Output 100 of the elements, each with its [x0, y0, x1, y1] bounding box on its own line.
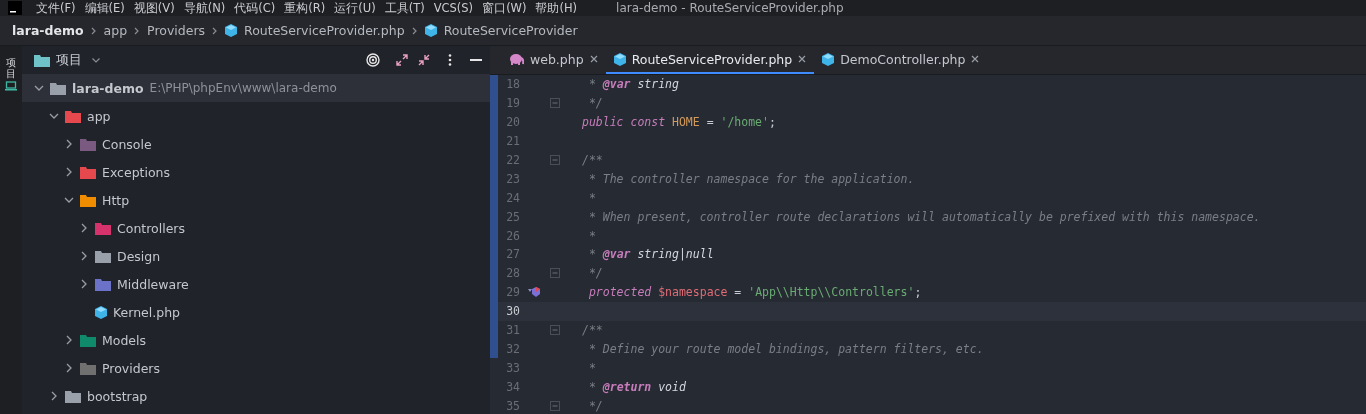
tree-item[interactable]: lara-demo E:\PHP\phpEnv\www\lara-demo — [22, 74, 490, 102]
change-marker[interactable] — [490, 339, 498, 359]
panel-title[interactable]: 项目 — [56, 51, 82, 69]
chevron-icon — [134, 26, 141, 35]
line-number: 30 — [505, 304, 520, 319]
code-line: protected $namespace = 'App\\Http\\Controllers'; — [587, 285, 922, 300]
laptop-icon[interactable] — [5, 81, 17, 91]
editor-tab[interactable]: DemoController.php — [814, 46, 988, 74]
cube-icon — [95, 305, 107, 319]
chevron-right-icon[interactable] — [79, 279, 89, 289]
fold-marker-icon[interactable] — [550, 268, 560, 279]
menu-item[interactable]: 窗口(W) — [482, 0, 527, 16]
close-icon[interactable] — [589, 55, 598, 63]
line-number: 29 — [505, 285, 520, 300]
target-icon[interactable] — [366, 53, 380, 67]
chevron-icon — [212, 26, 219, 35]
code-line: */ — [587, 96, 603, 111]
chevron-right-icon[interactable] — [64, 139, 74, 149]
tree-item[interactable]: Controllers — [22, 214, 490, 242]
chevron-right-icon[interactable] — [64, 167, 74, 177]
tree-item[interactable]: Kernel.php — [22, 298, 490, 326]
fold-marker-icon[interactable] — [550, 98, 560, 109]
fold-marker-icon[interactable] — [550, 155, 560, 165]
fold-marker-icon[interactable] — [550, 400, 560, 411]
breadcrumb-item[interactable]: Providers — [147, 23, 206, 38]
close-icon[interactable] — [798, 55, 807, 63]
chevron-icon — [411, 26, 418, 35]
fold-marker-icon[interactable] — [550, 325, 560, 335]
line-number: 25 — [505, 209, 520, 224]
menu-item[interactable]: 视图(V) — [133, 0, 175, 16]
menu-item[interactable]: 代码(C) — [234, 0, 276, 16]
line-number: 21 — [505, 134, 520, 149]
menu-item[interactable]: 运行(U) — [334, 0, 376, 16]
tree-item[interactable]: Console — [22, 130, 490, 158]
line-number: 26 — [505, 228, 520, 243]
menu-item[interactable]: VCS(S) — [433, 1, 474, 15]
line-number: 20 — [505, 115, 520, 130]
collapse-icon[interactable] — [418, 54, 430, 66]
code-line: /** — [582, 323, 603, 337]
folder-icon — [34, 53, 50, 67]
tree-item[interactable]: Providers — [22, 354, 490, 382]
close-icon[interactable] — [971, 55, 980, 63]
menu-item[interactable]: 导航(N) — [183, 0, 226, 16]
more-icon[interactable] — [448, 54, 452, 66]
override-icon[interactable] — [528, 287, 540, 298]
chevron-icon — [90, 26, 97, 35]
editor-tab[interactable]: RouteServiceProvider.php — [605, 46, 815, 74]
menu-item[interactable]: 帮助(H) — [535, 0, 578, 16]
cube-icon — [424, 24, 437, 37]
tree-item[interactable]: Models — [22, 326, 490, 354]
menu-item[interactable]: 编辑(E) — [84, 0, 125, 16]
tree-item[interactable]: app — [22, 102, 490, 130]
cube-icon — [613, 52, 626, 66]
line-number: 22 — [505, 153, 520, 167]
tree-item[interactable]: Design — [22, 242, 490, 270]
code-line: * The controller namespace for the application. — [587, 171, 915, 186]
code-line: /** — [582, 153, 603, 167]
code-line: * When present, controller route declarations will automatically be prefixed with this namespace. — [587, 209, 1261, 224]
breadcrumb-item[interactable]: app — [103, 23, 128, 38]
code-line: * — [587, 360, 596, 375]
expand-icon[interactable] — [396, 54, 408, 66]
tree-item[interactable]: Middleware — [22, 270, 490, 298]
line-number: 18 — [505, 77, 520, 92]
window-title: lara-demo - RouteServiceProvider.php — [616, 1, 844, 15]
code-line: * — [587, 190, 596, 205]
breadcrumb-item[interactable]: RouteServiceProvider — [443, 23, 578, 38]
chevron-right-icon[interactable] — [79, 251, 89, 261]
breadcrumb-item[interactable]: RouteServiceProvider.php — [244, 23, 405, 38]
line-number: 31 — [505, 323, 520, 337]
chevron-right-icon[interactable] — [49, 391, 59, 401]
chevron-right-icon[interactable] — [64, 335, 74, 345]
line-number: 34 — [505, 379, 520, 394]
chevron-down-icon[interactable] — [49, 111, 59, 121]
menu-item[interactable]: 工具(T) — [384, 0, 425, 16]
breadcrumb-item[interactable]: lara-demo — [12, 23, 84, 38]
project-tool-label[interactable]: 项目 — [6, 57, 16, 79]
chevron-right-icon[interactable] — [79, 223, 89, 233]
chevron-right-icon[interactable] — [64, 363, 74, 373]
elephant-icon — [508, 53, 524, 65]
line-number: 24 — [505, 190, 520, 205]
line-number: 23 — [505, 171, 520, 186]
line-number: 28 — [505, 266, 520, 281]
editor-tab[interactable]: web.php — [500, 46, 606, 74]
caret-icon[interactable] — [92, 57, 100, 63]
code-line: * Define your route model bindings, pattern filters, etc. — [587, 341, 984, 356]
chevron-down-icon[interactable] — [64, 195, 74, 205]
app-logo-icon — [8, 1, 22, 15]
tree-item[interactable]: Exceptions — [22, 158, 490, 186]
tree-item[interactable]: Http — [22, 186, 490, 214]
menu-item[interactable]: 文件(F) — [36, 0, 76, 16]
code-line: * @var string|null — [587, 247, 714, 262]
line-number: 19 — [505, 96, 520, 111]
menu-item[interactable]: 重构(R) — [284, 0, 326, 16]
code-line: */ — [587, 398, 603, 413]
chevron-down-icon[interactable] — [34, 83, 44, 93]
code-line: * — [587, 228, 596, 243]
change-marker[interactable] — [490, 75, 498, 94]
line-number: 33 — [505, 360, 520, 375]
tree-item[interactable]: bootstrap — [22, 382, 490, 410]
code-line: public const HOME = '/home'; — [582, 115, 776, 130]
